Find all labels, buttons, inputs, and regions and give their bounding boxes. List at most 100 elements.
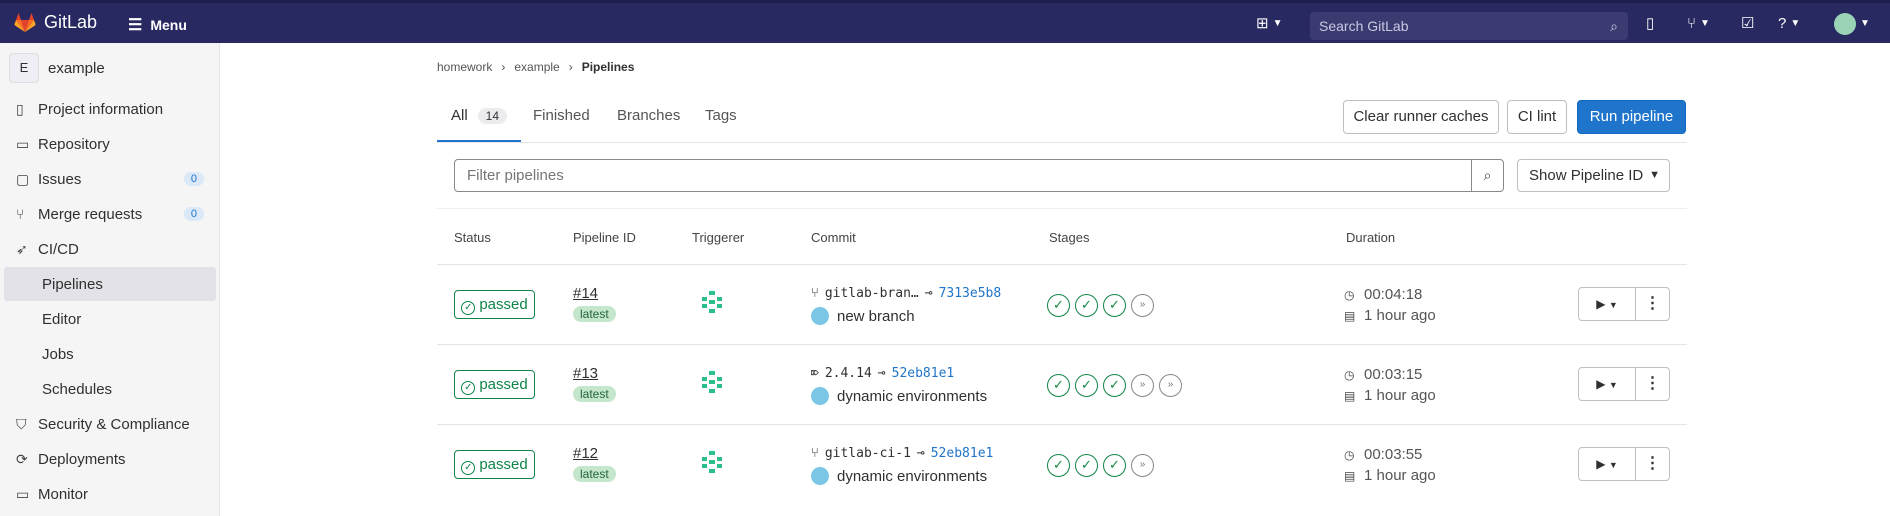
sidebar-item-security[interactable]: ⛉ Security & Compliance: [0, 407, 220, 441]
filter-pipelines-input[interactable]: Filter pipelines: [454, 159, 1472, 192]
run-manual-dropdown[interactable]: ▶ ▼: [1578, 367, 1636, 401]
run-manual-dropdown[interactable]: ▶ ▼: [1578, 287, 1636, 321]
ci-lint-button[interactable]: CI lint: [1507, 100, 1567, 134]
ref-name[interactable]: gitlab-bran…: [825, 286, 919, 301]
commit-author-avatar[interactable]: [811, 307, 829, 325]
status-badge[interactable]: ✓ passed: [454, 370, 535, 399]
latest-badge: latest: [573, 306, 616, 322]
sidebar-subitem-label: Pipelines: [42, 275, 103, 293]
stage-passed-icon[interactable]: ✓: [1103, 374, 1126, 397]
merge-request-icon: ⑂: [1687, 15, 1697, 32]
triggerer-avatar[interactable]: [699, 369, 725, 395]
stage-skipped-icon[interactable]: »: [1131, 374, 1154, 397]
more-actions-button[interactable]: ⋮: [1635, 447, 1670, 481]
sidebar-subitem-schedules[interactable]: Schedules: [0, 372, 220, 406]
finished-value: 1 hour ago: [1364, 387, 1436, 404]
calendar-icon: ▤: [1344, 468, 1356, 483]
rocket-icon: ➶: [16, 240, 28, 257]
status-badge[interactable]: ✓ passed: [454, 290, 535, 319]
finished-at: ▤ 1 hour ago: [1344, 467, 1436, 484]
stage-passed-icon[interactable]: ✓: [1103, 454, 1126, 477]
stage-skipped-icon[interactable]: »: [1159, 374, 1182, 397]
sidebar: E example ▯ Project information ▭ Reposi…: [0, 43, 220, 516]
sidebar-item-label: Issues: [38, 170, 82, 188]
commit-author-avatar[interactable]: [811, 467, 829, 485]
stage-passed-icon[interactable]: ✓: [1047, 454, 1070, 477]
commit-ref: ⑂ gitlab-bran… ⊸ 7313e5b8: [811, 286, 1001, 301]
tab-all[interactable]: All 14: [451, 107, 508, 124]
commit-title[interactable]: dynamic environments: [837, 468, 987, 485]
sidebar-subitem-pipelines[interactable]: Pipelines: [4, 267, 216, 301]
stage-skipped-icon[interactable]: »: [1131, 454, 1154, 477]
pipeline-id-link[interactable]: #12: [573, 445, 598, 462]
menu-button[interactable]: ☰ Menu: [128, 15, 187, 35]
more-actions-button[interactable]: ⋮: [1635, 287, 1670, 321]
help-dropdown[interactable]: ? ▼: [1778, 15, 1800, 33]
pipeline-id-link[interactable]: #14: [573, 285, 598, 302]
latest-badge: latest: [573, 466, 616, 482]
search-input[interactable]: Search GitLab ⌕: [1310, 12, 1628, 40]
sidebar-item-project-information[interactable]: ▯ Project information: [0, 92, 220, 126]
todos-nav-icon[interactable]: ☑: [1741, 15, 1754, 33]
stage-passed-icon[interactable]: ✓: [1075, 374, 1098, 397]
filter-search-button[interactable]: ⌕: [1471, 159, 1504, 192]
commit-sha-link[interactable]: 52eb81e1: [931, 446, 994, 461]
stage-passed-icon[interactable]: ✓: [1075, 454, 1098, 477]
stage-passed-icon[interactable]: ✓: [1103, 294, 1126, 317]
issues-nav-icon[interactable]: ▯: [1646, 15, 1654, 33]
project-header[interactable]: E example: [9, 53, 105, 83]
chevron-down-icon: ▼: [1860, 18, 1870, 29]
run-manual-dropdown[interactable]: ▶ ▼: [1578, 447, 1636, 481]
timer-icon: ◷: [1344, 367, 1355, 382]
triggerer-avatar[interactable]: [699, 289, 725, 315]
merge-requests-dropdown[interactable]: ⑂ ▼: [1687, 15, 1710, 33]
play-icon: ▶: [1596, 297, 1606, 311]
commit-author-avatar[interactable]: [811, 387, 829, 405]
sidebar-item-deployments[interactable]: ⟳ Deployments: [0, 442, 220, 476]
commit-title[interactable]: dynamic environments: [837, 388, 987, 405]
clear-runner-caches-button[interactable]: Clear runner caches: [1343, 100, 1499, 134]
ref-name[interactable]: gitlab-ci-1: [825, 446, 911, 461]
tab-branches[interactable]: Branches: [617, 107, 680, 124]
tab-finished[interactable]: Finished: [533, 107, 590, 124]
new-dropdown[interactable]: ⊞ ▼: [1256, 15, 1282, 33]
pipeline-id-link[interactable]: #13: [573, 365, 598, 382]
commit-title[interactable]: new branch: [837, 308, 915, 325]
status-badge[interactable]: ✓ passed: [454, 450, 535, 479]
breadcrumb-link-example[interactable]: example: [514, 60, 559, 74]
commit-sha-link[interactable]: 7313e5b8: [939, 286, 1002, 301]
tab-tags[interactable]: Tags: [705, 107, 737, 124]
duration-value: 00:04:18: [1364, 286, 1423, 303]
chevron-down-icon: ▼: [1272, 18, 1283, 29]
commit-sha-link[interactable]: 52eb81e1: [892, 366, 955, 381]
more-actions-button[interactable]: ⋮: [1635, 367, 1670, 401]
gitlab-logo[interactable]: GitLab: [14, 12, 97, 33]
stage-skipped-icon[interactable]: »: [1131, 294, 1154, 317]
top-navbar: GitLab ☰ Menu ⊞ ▼ Search GitLab ⌕ ▯ ⑂ ▼ ☑ …: [0, 0, 1890, 43]
sidebar-item-merge-requests[interactable]: ⑂ Merge requests 0: [0, 197, 220, 231]
doc-icon: ▯: [16, 100, 24, 117]
user-menu[interactable]: ▼: [1834, 13, 1870, 35]
stage-passed-icon[interactable]: ✓: [1047, 294, 1070, 317]
stage-passed-icon[interactable]: ✓: [1047, 374, 1070, 397]
repo-icon: ▭: [16, 135, 30, 152]
breadcrumb-current[interactable]: Pipelines: [582, 60, 635, 74]
stage-passed-icon[interactable]: ✓: [1075, 294, 1098, 317]
check-circle-icon: ✓: [461, 301, 476, 315]
breadcrumb-link-homework[interactable]: homework: [437, 60, 492, 74]
triggerer-avatar[interactable]: [699, 449, 725, 475]
sidebar-subitem-editor[interactable]: Editor: [0, 302, 220, 336]
check-circle-icon: ✓: [461, 381, 476, 395]
sidebar-item-issues[interactable]: ▢ Issues 0: [0, 162, 220, 196]
sidebar-item-label: Monitor: [38, 485, 89, 503]
sidebar-item-monitor[interactable]: ▭ Monitor: [0, 477, 220, 511]
pipeline-tabs: All 14 Finished Branches Tags: [437, 90, 1687, 143]
sidebar-subitem-jobs[interactable]: Jobs: [0, 337, 220, 371]
kebab-icon: ⋮: [1644, 295, 1661, 312]
timer-icon: ◷: [1344, 287, 1355, 302]
pipeline-key-select[interactable]: Show Pipeline ID ▼: [1517, 159, 1670, 192]
sidebar-item-cicd[interactable]: ➶ CI/CD: [0, 232, 220, 266]
run-pipeline-button[interactable]: Run pipeline: [1577, 100, 1686, 134]
sidebar-item-repository[interactable]: ▭ Repository: [0, 127, 220, 161]
ref-name[interactable]: 2.4.14: [825, 366, 872, 381]
